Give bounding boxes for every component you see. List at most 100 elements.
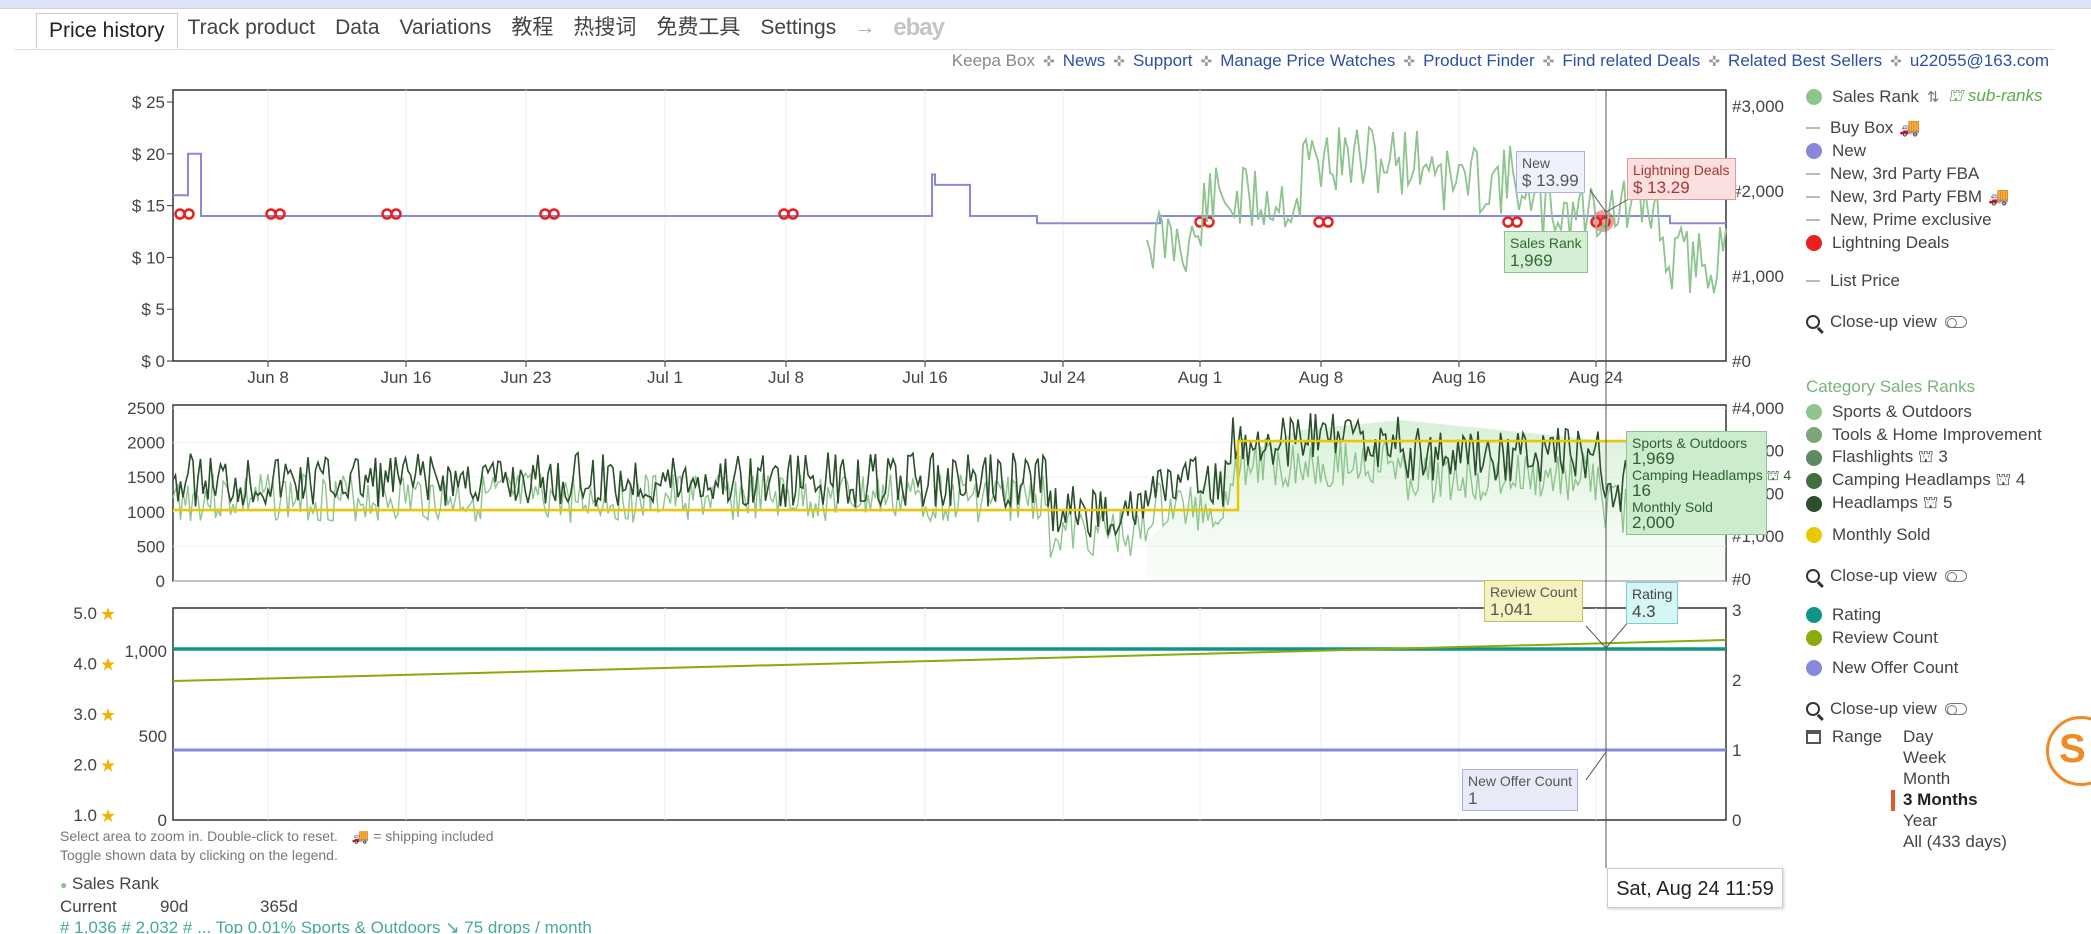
range-week[interactable]: Week — [1903, 748, 2007, 769]
legend-new-fba[interactable]: New, 3rd Party FBA — [1806, 163, 1979, 185]
lightning-dot-icon — [1806, 235, 1822, 251]
range-year[interactable]: Year — [1903, 811, 2007, 832]
tooltip-label: New Offer Count — [1468, 773, 1573, 789]
legend-label: Tools & Home Improvement — [1832, 425, 2042, 444]
tooltip-label: New — [1522, 155, 1551, 171]
range-3-months[interactable]: 3 Months — [1891, 790, 2007, 811]
tooltip-value: 4.3 — [1632, 602, 1656, 621]
tooltip-value: 1,969 — [1510, 251, 1553, 270]
legend-sales-rank[interactable]: Sales Rank ⇅ ⛫ sub-ranks — [1806, 86, 2043, 108]
legend-label: Close-up view — [1830, 312, 1937, 331]
star-icon: ★ — [100, 756, 116, 776]
sub-ranks-link[interactable]: ⛫ sub-ranks — [1948, 86, 2043, 108]
x-tick-label: Jul 16 — [902, 368, 947, 387]
legend-sports-outdoors[interactable]: Sports & Outdoors — [1806, 401, 1972, 423]
x-tick-label: Aug 8 — [1299, 368, 1343, 387]
new-price-tooltip: New $ 13.99 — [1516, 151, 1585, 193]
range-label: Range — [1806, 726, 1882, 748]
rank-chart-panel: 25002000150010005000#4,000#3,000#2,000#1… — [127, 399, 1784, 591]
toggle-icon[interactable] — [1944, 703, 1967, 715]
legend-label: Buy Box — [1830, 118, 1894, 137]
tooltip-value: 1,041 — [1490, 600, 1533, 619]
toggle-icon[interactable] — [1944, 316, 1967, 328]
range-month[interactable]: Month — [1903, 769, 2007, 790]
star-icon: ★ — [100, 705, 116, 725]
y-tick-label: 500 — [137, 537, 165, 556]
legend-flashlights[interactable]: Flashlights ⛫ 3 — [1806, 447, 1948, 469]
y-tick-label: 0 — [156, 572, 165, 591]
lightning-deal-marker — [539, 208, 551, 220]
legend-rating-item[interactable]: Rating — [1806, 604, 1881, 626]
tooltip-value: 16 — [1632, 481, 1651, 500]
calendar-icon — [1806, 730, 1821, 744]
lightning-deal-marker — [1511, 216, 1523, 228]
legend-label: Monthly Sold — [1832, 525, 1931, 544]
y-tick-label: $ 10 — [132, 248, 165, 267]
dot-icon — [1806, 496, 1822, 512]
range-day[interactable]: Day — [1903, 727, 2007, 748]
current-col: Current — [60, 897, 117, 916]
closeup-view-1[interactable]: Close-up view — [1806, 311, 1967, 333]
legend-label: New — [1832, 141, 1867, 160]
range-all[interactable]: All (433 days) — [1903, 832, 2007, 853]
dot-icon: ● — [60, 878, 68, 892]
x-tick-label: Jun 8 — [247, 368, 289, 387]
tooltip-value: $ 13.29 — [1633, 178, 1690, 197]
365d-col: 365d — [260, 897, 298, 916]
rating-tick-label: 5.0 — [73, 604, 97, 623]
legend-new[interactable]: New — [1806, 140, 1866, 162]
y2-tick-label: #0 — [1732, 352, 1751, 371]
lightning-deal-marker — [174, 208, 186, 220]
legend-buy-box[interactable]: Buy Box 🚚 — [1806, 117, 1920, 139]
legend-label: New Offer Count — [1832, 658, 1959, 677]
legend-new-prime[interactable]: New, Prime exclusive — [1806, 209, 1992, 231]
zoom-hint: Select area to zoom in. Double-click to … — [60, 828, 338, 844]
legend-label: Camping Headlamps ⛫ 4 — [1832, 470, 2026, 489]
legend-list-price[interactable]: List Price — [1806, 270, 1900, 292]
legend-lightning-deals[interactable]: Lightning Deals — [1806, 232, 1949, 254]
rating-tick-label: 2.0 — [73, 756, 97, 775]
tooltip-value: 2,000 — [1632, 513, 1675, 532]
category-rank-tooltip: Sports & Outdoors 1,969 Camping Headlamps… — [1626, 431, 1791, 535]
closeup-view-2[interactable]: Close-up view — [1806, 565, 1967, 587]
x-tick-label: Jun 23 — [500, 368, 551, 387]
tooltip-value: 1,969 — [1632, 449, 1675, 468]
legend-camping-headlamps[interactable]: Camping Headlamps ⛫ 4 — [1806, 470, 2025, 492]
sales-rank-line — [1146, 125, 1727, 294]
dash-icon — [1806, 127, 1820, 129]
review-count-tooltip: Review Count 1,041 — [1484, 580, 1584, 622]
toggle-hint: Toggle shown data by clicking on the leg… — [60, 847, 338, 863]
legend-label: Headlamps ⛫ 5 — [1832, 493, 1953, 512]
legend-monthly-sold[interactable]: Monthly Sold — [1806, 524, 1930, 546]
y2-tick-label: #0 — [1732, 570, 1751, 589]
stats-row: # 1,036 # 2,032 # ... Top 0.01% Sports &… — [60, 918, 592, 934]
legend-label: New, 3rd Party FBM — [1830, 187, 1983, 206]
legend-label: Sports & Outdoors — [1832, 402, 1972, 421]
legend-new-offer-count[interactable]: New Offer Count — [1806, 657, 1958, 679]
x-tick-label: Aug 1 — [1178, 368, 1222, 387]
x-tick-label: Jul 1 — [647, 368, 683, 387]
legend-label: Review Count — [1832, 628, 1938, 647]
lightning-deal-tooltip: Lightning Deals $ 13.29 — [1627, 158, 1736, 200]
sales-rank-tooltip: Sales Rank 1,969 — [1504, 231, 1588, 273]
dash-icon — [1806, 280, 1820, 282]
legend-label: List Price — [1830, 271, 1900, 290]
legend-new-fbm[interactable]: New, 3rd Party FBM 🚚 — [1806, 186, 2009, 208]
lightning-deal-marker — [787, 208, 799, 220]
legend-tools-home[interactable]: Tools & Home Improvement — [1806, 424, 2042, 446]
closeup-view-3[interactable]: Close-up view — [1806, 698, 1967, 720]
dot-icon — [1806, 607, 1822, 623]
y-tick-label: $ 25 — [132, 93, 165, 112]
stats-title-label: Sales Rank — [71, 874, 159, 893]
legend-label: New, 3rd Party FBA — [1830, 164, 1980, 183]
pointer-line — [1589, 189, 1607, 213]
sales-rank-stats-title: ● Sales Rank — [60, 874, 159, 894]
legend-label: New, Prime exclusive — [1830, 210, 1992, 229]
dot-icon — [1806, 450, 1822, 466]
dash-icon — [1806, 173, 1820, 175]
rating-tick-label: 1.0 — [73, 806, 97, 825]
legend-review-count[interactable]: Review Count — [1806, 627, 1938, 649]
toggle-icon[interactable] — [1944, 570, 1967, 582]
rating-tooltip: Rating 4.3 — [1626, 582, 1679, 624]
legend-headlamps[interactable]: Headlamps ⛫ 5 — [1806, 493, 1953, 515]
